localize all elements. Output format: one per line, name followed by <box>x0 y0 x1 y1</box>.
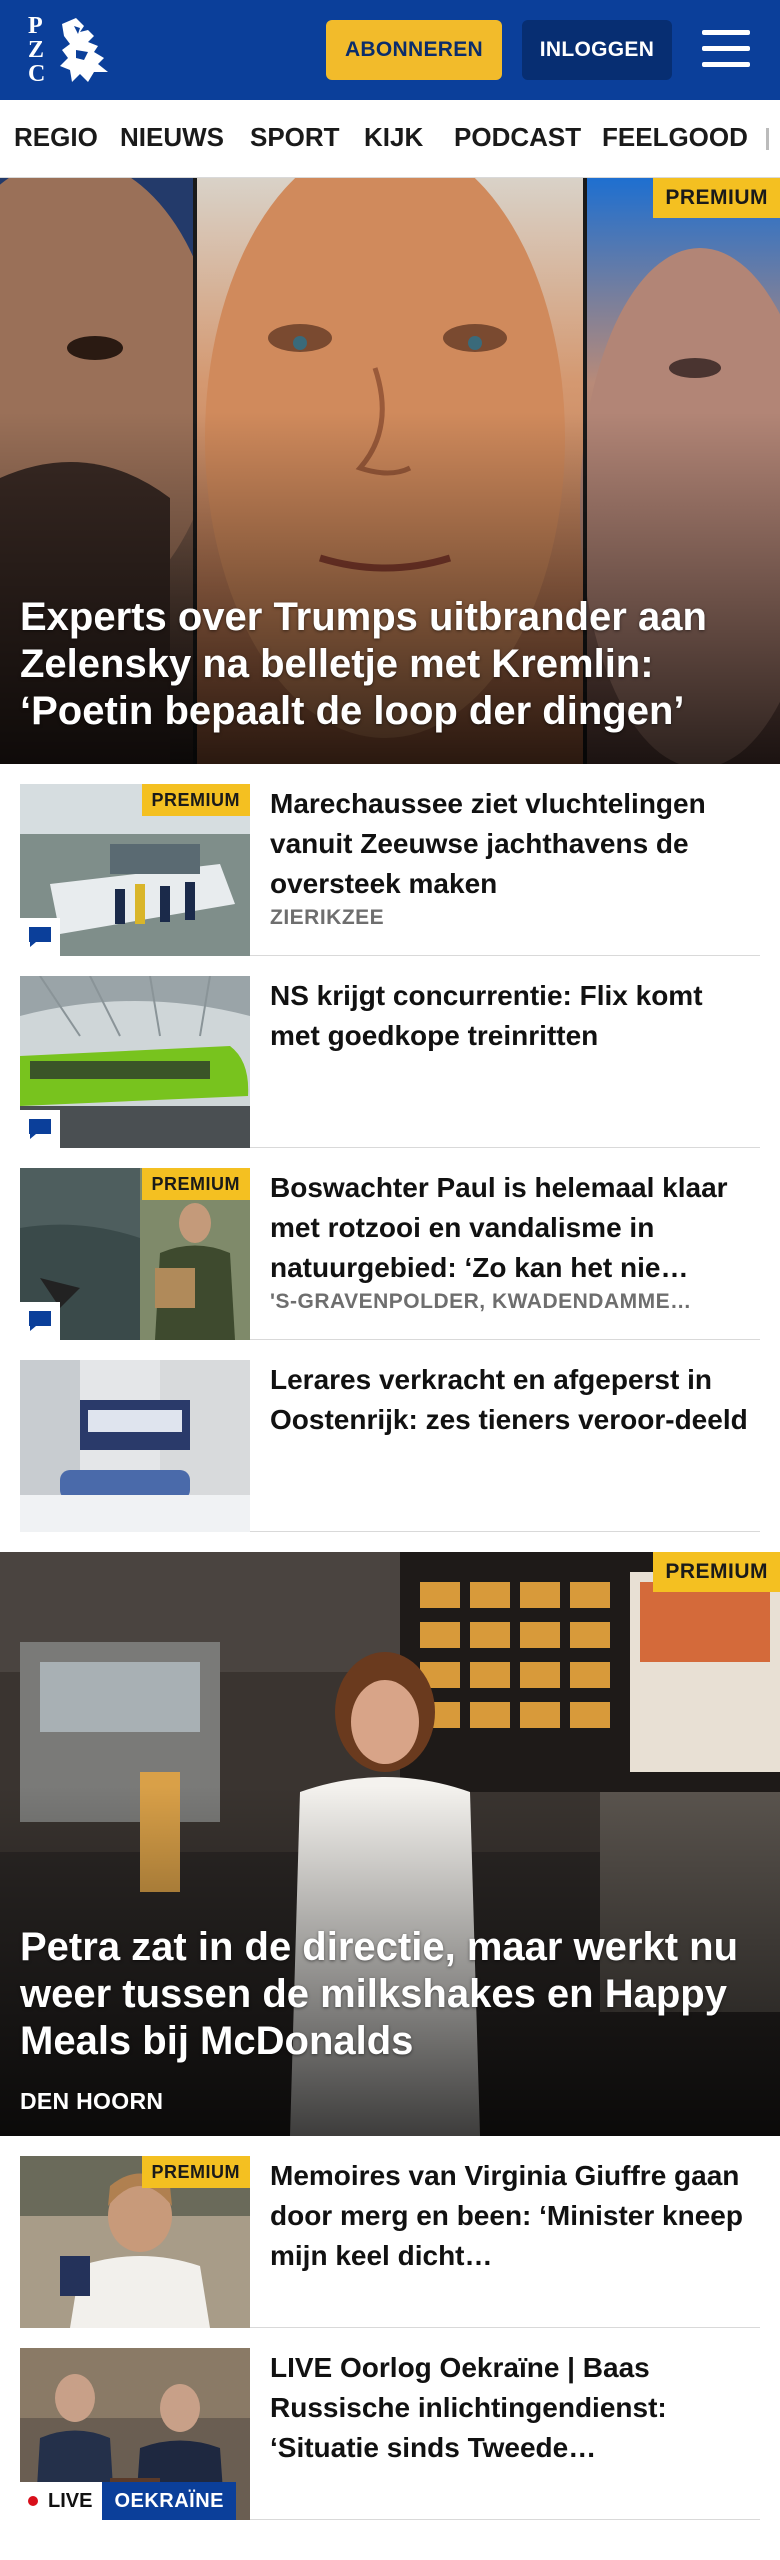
nav-item-regio[interactable]: REGIO <box>14 122 98 153</box>
hero-article-trump[interactable]: PREMIUM Experts over Trumps uitbrander a… <box>0 178 780 764</box>
article-title[interactable]: LIVE Oorlog Oekraïne | Baas Russische in… <box>270 2348 760 2468</box>
topic-label[interactable]: OEKRAÏNE <box>102 2482 237 2520</box>
hero-location: DEN HOORN <box>20 2088 164 2114</box>
live-text: LIVE <box>48 2489 93 2512</box>
article-title[interactable]: Memoires van Virginia Giuffre gaan door … <box>270 2156 760 2276</box>
article-item-boswachter[interactable]: PREMIUM Boswachter Paul is helemaal klaa… <box>20 1148 760 1340</box>
article-item-live-oekraine[interactable]: LIVE OEKRAÏNE LIVE Oorlog Oekraïne | Baa… <box>20 2328 760 2520</box>
article-thumbnail[interactable]: PREMIUM <box>20 1168 250 1340</box>
subscribe-button[interactable]: ABONNEREN <box>326 20 502 80</box>
login-button[interactable]: INLOGGEN <box>522 20 672 80</box>
article-title[interactable]: Lerares verkracht en afgeperst in Oosten… <box>270 1360 760 1440</box>
hero-article-mcdonalds[interactable]: PREMIUM Petra zat in de directie, maar w… <box>0 1552 780 2136</box>
nav-item-podcast[interactable]: PODCAST <box>454 122 581 153</box>
live-label: LIVE <box>20 2482 103 2520</box>
premium-badge: PREMIUM <box>141 1168 250 1200</box>
nav-item-sport[interactable]: SPORT <box>250 122 340 153</box>
article-title[interactable]: Boswachter Paul is helemaal klaar met ro… <box>270 1168 760 1288</box>
article-location: 'S-GRAVENPOLDER, KWADENDAMME… <box>270 1290 692 1313</box>
article-item-ns-flix[interactable]: NS krijgt concurrentie: Flix komt met go… <box>20 956 760 1148</box>
nav-item-feelgood[interactable]: FEELGOOD <box>602 122 748 153</box>
hamburger-menu-icon[interactable] <box>700 26 752 72</box>
site-logo[interactable]: P Z C <box>28 14 112 88</box>
article-item-lerares[interactable]: Lerares verkracht en afgeperst in Oosten… <box>20 1340 760 1532</box>
article-title[interactable]: Marechaussee ziet vluchtelingen vanuit Z… <box>270 784 760 904</box>
hero-title[interactable]: Petra zat in de directie, maar werkt nu … <box>20 1924 760 2065</box>
comment-icon[interactable] <box>20 1302 60 1340</box>
article-thumbnail[interactable] <box>20 1360 250 1532</box>
article-title[interactable]: NS krijgt concurrentie: Flix komt met go… <box>270 976 760 1056</box>
site-header: P Z C ABONNEREN INLOGGEN <box>0 0 780 100</box>
article-item-giuffre[interactable]: PREMIUM Memoires van Virginia Giuffre ga… <box>20 2136 760 2328</box>
comment-icon[interactable] <box>20 1110 60 1148</box>
nav-overflow-indicator <box>766 128 769 150</box>
live-tag: LIVE OEKRAÏNE <box>20 2482 237 2520</box>
nav-item-kijk[interactable]: KIJK <box>364 122 423 153</box>
premium-badge: PREMIUM <box>653 1552 780 1592</box>
nav-item-nieuws[interactable]: NIEUWS <box>120 122 224 153</box>
thumbnail-image <box>20 1360 250 1532</box>
article-thumbnail[interactable] <box>20 976 250 1148</box>
premium-badge: PREMIUM <box>141 2156 250 2188</box>
section-nav: REGIO NIEUWS SPORT KIJK PODCAST FEELGOOD <box>0 100 780 178</box>
article-thumbnail[interactable]: PREMIUM <box>20 784 250 956</box>
article-thumbnail[interactable]: PREMIUM <box>20 2156 250 2328</box>
article-location: ZIERIKZEE <box>270 906 385 929</box>
hero-title[interactable]: Experts over Trumps uitbrander aan Zelen… <box>20 594 760 735</box>
premium-badge: PREMIUM <box>653 178 780 218</box>
comment-icon[interactable] <box>20 918 60 956</box>
live-dot-icon <box>28 2496 38 2506</box>
lion-emblem-icon <box>60 18 108 82</box>
premium-badge: PREMIUM <box>141 784 250 816</box>
article-item-marechaussee[interactable]: PREMIUM Marechaussee ziet vluchtelingen … <box>20 764 760 956</box>
article-thumbnail[interactable]: LIVE OEKRAÏNE <box>20 2348 250 2520</box>
